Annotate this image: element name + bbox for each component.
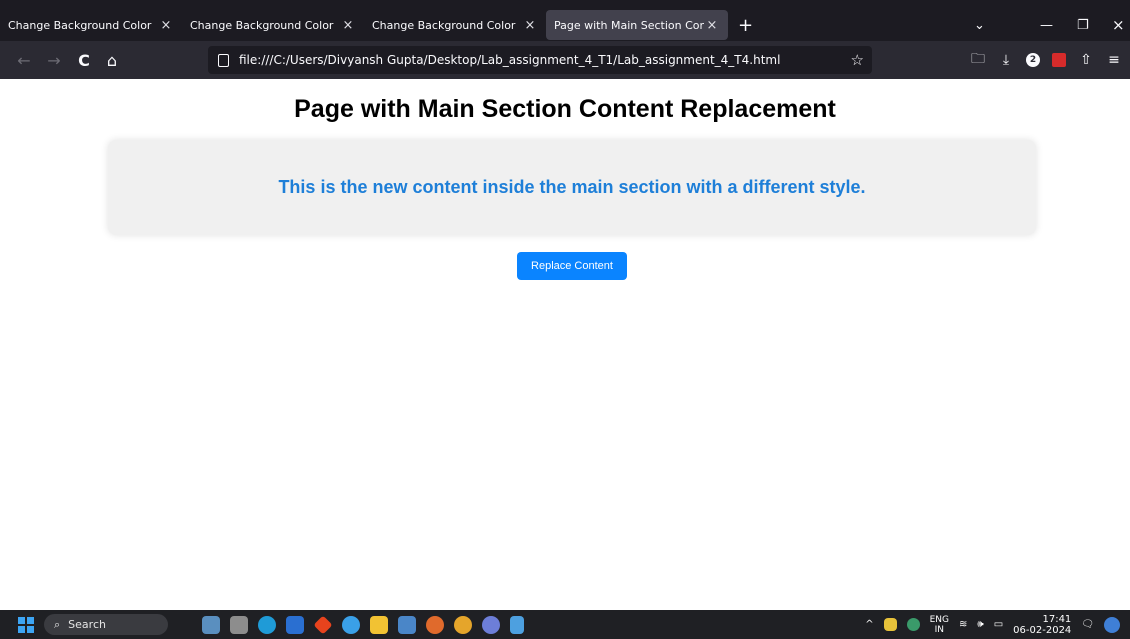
close-window-button[interactable]: × [1112, 9, 1125, 41]
home-icon[interactable]: ⌂ [100, 51, 124, 70]
page-icon [218, 53, 229, 67]
battery-icon[interactable]: ▭ [994, 619, 1003, 630]
forward-icon[interactable]: → [42, 51, 66, 70]
time: 17:41 [1042, 613, 1072, 625]
copilot-icon[interactable] [1104, 616, 1120, 633]
taskbar: ⌕ Search ^ ENG IN ≋ 🕪 ▭ 17:41 06-02-2024… [0, 610, 1130, 639]
title-strip [0, 0, 1130, 9]
taskbar-search[interactable]: ⌕ Search [44, 614, 168, 635]
download-icon[interactable]: ⤓ [998, 52, 1014, 68]
edge-icon[interactable] [258, 615, 276, 634]
menu-icon[interactable]: ≡ [1106, 52, 1122, 68]
share-icon[interactable]: ⇧ [1078, 52, 1094, 68]
minimize-button[interactable]: — [1040, 9, 1053, 41]
file-explorer-icon[interactable] [370, 615, 388, 634]
tab-1[interactable]: Change Background Color × [0, 10, 182, 40]
search-label: Search [68, 618, 106, 631]
tab-active[interactable]: Page with Main Section Content Rep × [546, 10, 728, 40]
tab-title: Change Background Color [190, 18, 334, 32]
firefox-icon[interactable] [426, 615, 444, 634]
taskbar-apps [202, 614, 524, 635]
restore-button[interactable]: ❐ [1077, 9, 1089, 41]
tray-chevron-icon[interactable]: ^ [865, 619, 873, 630]
tray-shield-icon[interactable] [906, 618, 920, 631]
tray-app-icon[interactable] [883, 618, 897, 631]
wifi-icon[interactable]: ≋ [959, 619, 967, 630]
system-tray: ^ ENG IN ≋ 🕪 ▭ 17:41 06-02-2024 🗨 [865, 610, 1120, 639]
volume-icon[interactable]: 🕪 [977, 619, 983, 630]
main-section-text: This is the new content inside the main … [278, 177, 866, 197]
mail-icon[interactable] [398, 615, 416, 634]
extension-badge-icon[interactable]: 2 [1026, 53, 1040, 67]
page-content: Page with Main Section Content Replaceme… [0, 79, 1130, 610]
tab-title: Page with Main Section Content Rep [554, 18, 704, 32]
language-indicator[interactable]: ENG IN [930, 615, 949, 635]
url-text: file:///C:/Users/Divyansh Gupta/Desktop/… [239, 53, 781, 67]
tab-close-icon[interactable]: × [704, 18, 720, 33]
notification-icon[interactable]: 🗨 [1081, 619, 1094, 630]
tab-close-icon[interactable]: × [522, 18, 538, 33]
clock[interactable]: 17:41 06-02-2024 [1013, 614, 1071, 636]
git-icon[interactable] [313, 614, 333, 635]
nav-bar: ← → C ⌂ file:///C:/Users/Divyansh Gupta/… [0, 41, 1130, 79]
tab-2[interactable]: Change Background Color × [182, 10, 364, 40]
reload-icon[interactable]: C [72, 51, 96, 70]
tab-close-icon[interactable]: × [340, 18, 356, 33]
bookmark-star-icon[interactable]: ☆ [851, 51, 864, 69]
region-code: IN [934, 624, 944, 635]
tab-close-icon[interactable]: × [158, 18, 174, 33]
replace-content-button[interactable]: Replace Content [517, 252, 627, 280]
new-tab-button[interactable]: + [728, 15, 763, 36]
chrome-icon[interactable] [454, 615, 472, 634]
tab-title: Change Background Color [372, 18, 516, 32]
date: 06-02-2024 [1013, 624, 1072, 636]
widgets-icon[interactable] [202, 615, 220, 634]
extension-red-icon[interactable] [1052, 53, 1066, 67]
vscode-icon[interactable] [342, 615, 360, 634]
language-code: ENG [929, 614, 950, 625]
store-icon[interactable] [286, 615, 304, 634]
list-tabs-icon[interactable]: ⌄ [974, 9, 985, 41]
search-icon: ⌕ [54, 617, 61, 631]
main-section: This is the new content inside the main … [108, 140, 1036, 235]
back-icon[interactable]: ← [12, 51, 36, 70]
url-bar[interactable]: file:///C:/Users/Divyansh Gupta/Desktop/… [208, 46, 872, 74]
tab-3[interactable]: Change Background Color × [364, 10, 546, 40]
page-title: Page with Main Section Content Replaceme… [294, 95, 836, 123]
tab-title: Change Background Color [8, 18, 152, 32]
toolbar-buttons: 🗀 ⤓ 2 ⇧ ≡ [970, 41, 1130, 79]
app-icon[interactable] [482, 615, 500, 634]
windows-start-icon[interactable] [18, 616, 34, 633]
notepad-icon[interactable] [510, 615, 524, 634]
tab-bar: Change Background Color × Change Backgro… [0, 9, 1130, 41]
save-to-folder-icon[interactable]: 🗀 [970, 48, 986, 72]
calculator-icon[interactable] [230, 615, 248, 634]
